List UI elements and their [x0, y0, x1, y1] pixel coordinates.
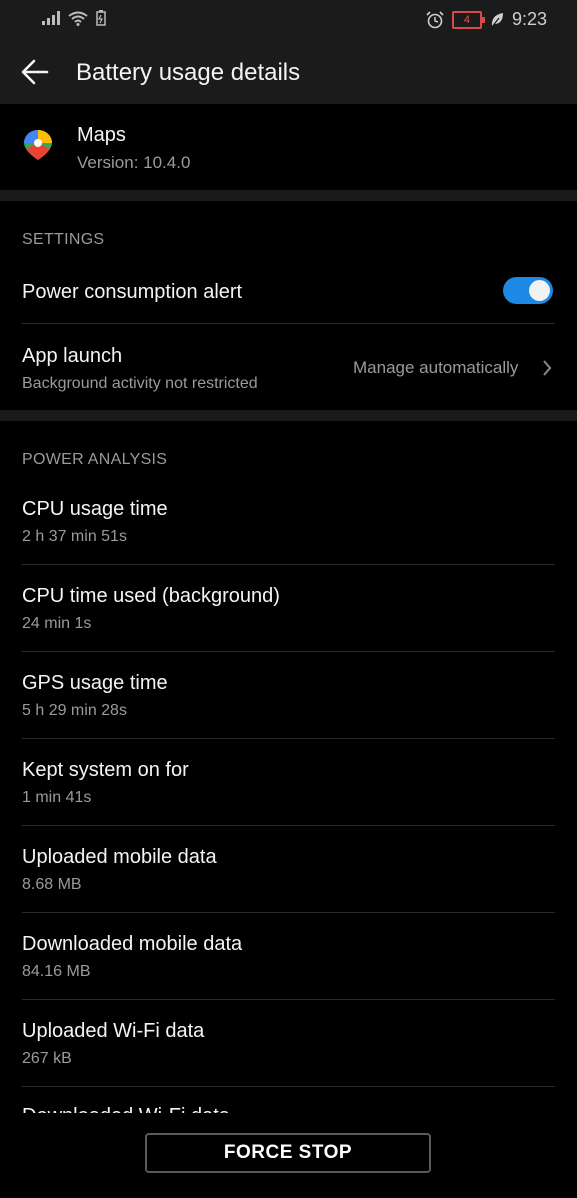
leaf-icon: [491, 12, 503, 27]
divider: [22, 651, 555, 652]
section-divider: [0, 190, 577, 201]
divider: [22, 323, 555, 324]
divider: [22, 999, 555, 1000]
bottom-action-bar: FORCE STOP: [0, 1113, 577, 1198]
toggle-knob: [529, 280, 550, 301]
app-bar: Battery usage details: [0, 40, 577, 104]
power-analysis-header: POWER ANALYSIS: [22, 451, 168, 468]
uploaded-mobile-data-label: Uploaded mobile data: [22, 846, 217, 868]
battery-level: 4: [463, 13, 471, 26]
app-name: Maps: [77, 124, 126, 146]
divider: [22, 1086, 555, 1087]
back-arrow-icon: [21, 59, 49, 85]
kept-system-on-value: 1 min 41s: [22, 789, 92, 806]
signal-icon: [42, 11, 60, 25]
divider: [22, 738, 555, 739]
force-stop-button[interactable]: FORCE STOP: [145, 1133, 431, 1173]
battery-icon: 4: [451, 10, 485, 29]
app-launch-label: App launch: [22, 345, 123, 367]
alarm-icon: [426, 10, 444, 28]
status-bar: 4 9:23: [0, 0, 577, 40]
cpu-usage-time-label: CPU usage time: [22, 498, 168, 520]
divider: [22, 564, 555, 565]
uploaded-wifi-data-label: Uploaded Wi-Fi data: [22, 1020, 205, 1042]
page-title: Battery usage details: [76, 59, 301, 86]
gps-usage-value: 5 h 29 min 28s: [22, 702, 127, 719]
wifi-icon: [68, 11, 88, 26]
app-version: Version: 10.4.0: [77, 153, 191, 172]
section-divider: [0, 410, 577, 421]
app-launch-subtitle: Background activity not restricted: [22, 375, 258, 392]
maps-app-icon: [24, 130, 52, 160]
downloaded-mobile-data-value: 84.16 MB: [22, 963, 91, 980]
downloaded-wifi-data-label: Downloaded Wi-Fi data: [22, 1105, 230, 1113]
back-button[interactable]: [20, 57, 56, 87]
cpu-background-label: CPU time used (background): [22, 585, 280, 607]
gps-usage-label: GPS usage time: [22, 672, 168, 694]
cpu-usage-time-value: 2 h 37 min 51s: [22, 528, 127, 545]
settings-header: SETTINGS: [22, 231, 105, 248]
uploaded-wifi-data-value: 267 kB: [22, 1050, 72, 1067]
app-launch-value: Manage automatically: [353, 358, 519, 377]
divider: [22, 825, 555, 826]
cpu-background-value: 24 min 1s: [22, 615, 92, 632]
downloaded-mobile-data-label: Downloaded mobile data: [22, 933, 243, 955]
uploaded-mobile-data-value: 8.68 MB: [22, 876, 82, 893]
app-info: Maps Version: 10.4.0: [0, 104, 577, 190]
power-alert-label: Power consumption alert: [22, 281, 243, 303]
kept-system-on-label: Kept system on for: [22, 759, 189, 781]
chevron-right-icon: [543, 360, 552, 376]
status-time: 9:23: [511, 9, 547, 29]
divider: [22, 912, 555, 913]
power-alert-toggle[interactable]: [503, 277, 553, 304]
battery-saver-icon: [96, 10, 106, 26]
